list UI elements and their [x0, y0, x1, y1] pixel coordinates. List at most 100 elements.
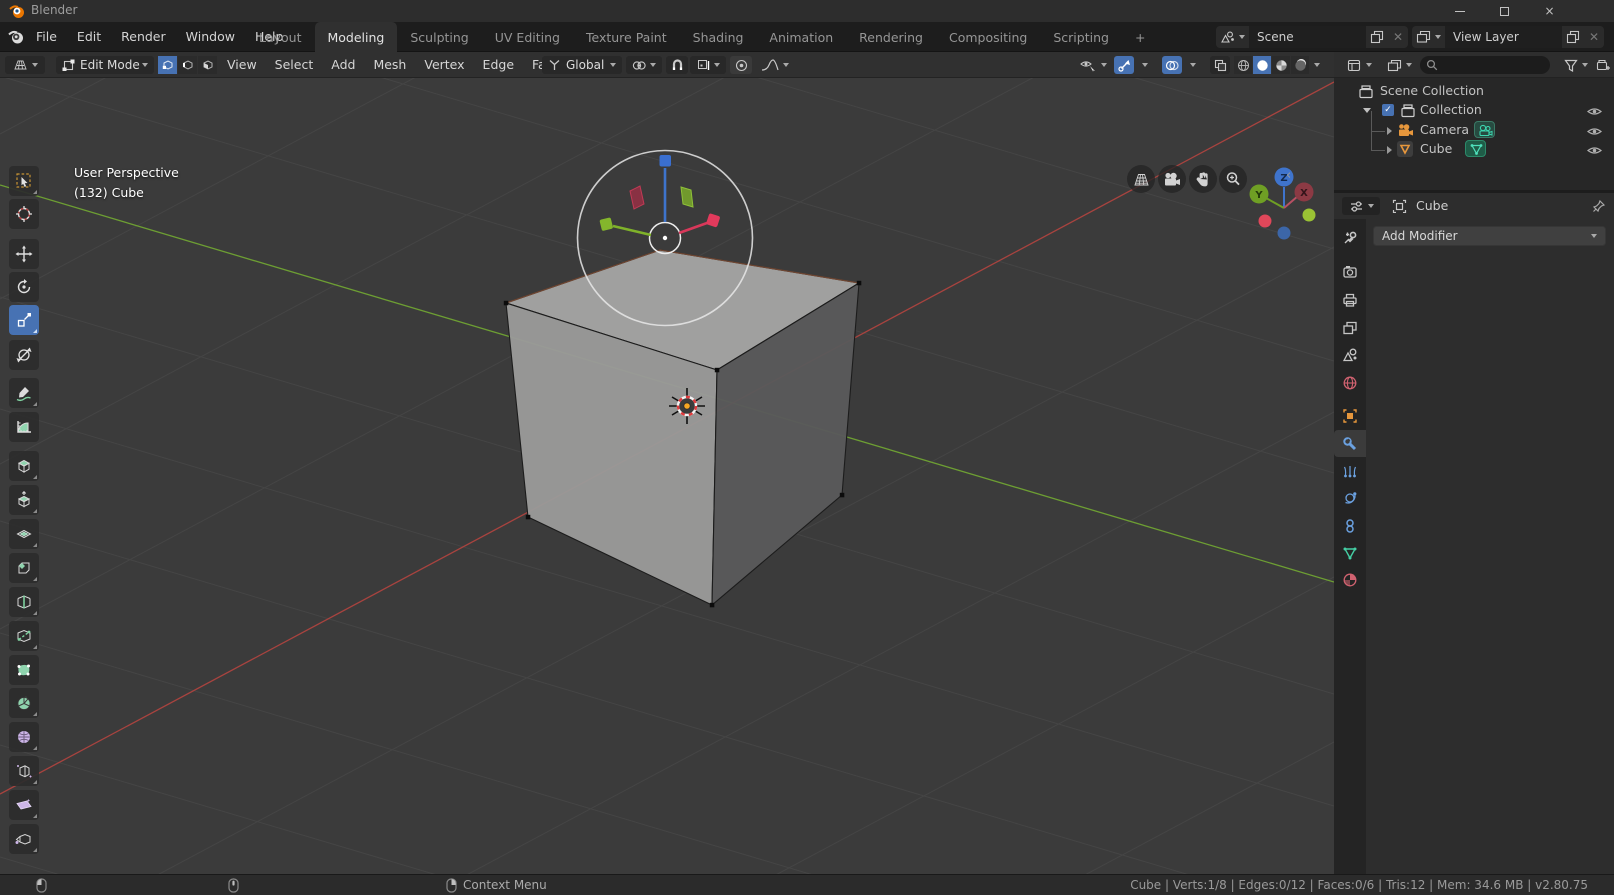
menu-edit[interactable]: Edit [67, 22, 111, 52]
navigation-gizmo[interactable]: Z Y X [1242, 164, 1326, 251]
tab-uv-editing[interactable]: UV Editing [482, 22, 573, 52]
tab-compositing[interactable]: Compositing [936, 22, 1040, 52]
tool-annotate-button[interactable] [9, 378, 39, 408]
tool-poly-build-button[interactable] [9, 655, 39, 685]
menu-render[interactable]: Render [111, 22, 176, 52]
cube-object[interactable] [506, 250, 859, 605]
tab-material[interactable] [1334, 566, 1366, 593]
menu-file[interactable]: File [26, 22, 67, 52]
tab-output[interactable] [1334, 286, 1366, 313]
view-layer-browse-button[interactable] [1412, 26, 1445, 48]
visibility-dropdown[interactable] [1074, 56, 1112, 74]
pan-view-button[interactable] [1189, 165, 1217, 193]
show-gizmo-toggle[interactable] [1114, 56, 1134, 74]
view-layer-remove-button[interactable]: ✕ [1584, 26, 1604, 48]
hide-toggle[interactable] [1587, 125, 1602, 140]
camera-view-button[interactable] [1158, 165, 1186, 193]
proportional-editing-toggle[interactable] [730, 56, 752, 74]
tab-sculpting[interactable]: Sculpting [397, 22, 481, 52]
tab-view-layer[interactable] [1334, 314, 1366, 341]
gizmo-dropdown-chevron[interactable] [1142, 63, 1148, 67]
tab-render[interactable] [1334, 258, 1366, 285]
tab-modifiers[interactable] [1334, 430, 1366, 457]
gizmo-x-handle[interactable] [706, 213, 720, 227]
view-layer-new-button[interactable] [1562, 26, 1584, 48]
close-button[interactable]: × [1527, 0, 1572, 22]
tab-tool[interactable] [1334, 224, 1366, 251]
camera-data-icon[interactable] [1474, 121, 1495, 138]
viewport-3d[interactable]: User Perspective (132) Cube [0, 78, 1334, 874]
pin-icon[interactable] [1592, 199, 1606, 213]
mesh-data-icon[interactable] [1465, 140, 1486, 157]
tool-cursor-button[interactable] [9, 199, 39, 229]
tool-scale-button[interactable] [9, 305, 39, 335]
maximize-button[interactable] [1482, 0, 1527, 22]
solid-shading-button[interactable] [1253, 56, 1271, 74]
scene-name[interactable]: Scene [1249, 26, 1366, 48]
axis-z-neg-ball[interactable] [1278, 227, 1291, 240]
tool-rotate-button[interactable] [9, 272, 39, 302]
tool-bevel-button[interactable] [9, 553, 39, 583]
outliner-display-mode-button[interactable] [1342, 56, 1376, 74]
panel-collapse-arrow[interactable]: ‹ [1286, 168, 1291, 183]
gizmo-y-axis[interactable] [613, 226, 651, 235]
gizmo-x-plane-handle[interactable] [630, 186, 644, 209]
pivot-point-dropdown[interactable] [626, 56, 662, 74]
tool-spin-button[interactable] [9, 688, 39, 718]
add-workspace-button[interactable]: + [1122, 22, 1158, 52]
view-layer-name[interactable]: View Layer [1445, 26, 1562, 48]
tool-smooth-button[interactable] [9, 722, 39, 752]
axis-y-neg-ball[interactable] [1303, 209, 1316, 222]
gizmo-y-plane-handle[interactable] [681, 187, 693, 207]
editor-type-button[interactable] [5, 56, 45, 74]
menu-vertex[interactable]: Vertex [415, 52, 473, 78]
tab-scene[interactable] [1334, 341, 1366, 368]
tab-object[interactable] [1334, 402, 1366, 429]
tool-rip-region-button[interactable] [9, 824, 39, 854]
outliner-search-input[interactable] [1438, 59, 1538, 71]
menu-edge[interactable]: Edge [474, 52, 523, 78]
object-expand-arrow[interactable] [1387, 127, 1392, 135]
row-label[interactable]: Camera [1420, 122, 1469, 137]
menu-mesh[interactable]: Mesh [364, 52, 415, 78]
tab-particles[interactable] [1334, 457, 1366, 484]
menu-view[interactable]: View [218, 52, 266, 78]
tab-layout[interactable]: Layout [246, 22, 315, 52]
tool-select-box-button[interactable] [9, 166, 39, 196]
outliner-row-cube[interactable]: Cube [1334, 140, 1614, 159]
falloff-dropdown[interactable] [756, 56, 794, 74]
tool-shear-button[interactable] [9, 790, 39, 820]
tab-world[interactable] [1334, 369, 1366, 396]
vertex-select-button[interactable] [158, 56, 177, 74]
gizmo-y-handle[interactable] [599, 217, 613, 231]
edge-select-button[interactable] [178, 56, 197, 74]
snap-toggle-button[interactable] [666, 56, 688, 74]
gizmo-x-axis[interactable] [679, 223, 707, 233]
mode-dropdown[interactable]: Edit Mode [56, 56, 154, 74]
face-select-button[interactable] [198, 56, 217, 74]
snap-with-dropdown[interactable] [690, 56, 726, 74]
scene-unlink-button[interactable]: ✕ [1388, 26, 1408, 48]
menu-window[interactable]: Window [176, 22, 245, 52]
xray-toggle[interactable] [1210, 56, 1230, 74]
tool-extrude-region-button[interactable] [9, 485, 39, 515]
scene-new-button[interactable] [1366, 26, 1388, 48]
tab-texture-paint[interactable]: Texture Paint [573, 22, 680, 52]
tab-animation[interactable]: Animation [756, 22, 846, 52]
hide-toggle[interactable] [1587, 105, 1602, 120]
outliner-row-camera[interactable]: Camera [1334, 121, 1614, 140]
tab-modeling[interactable]: Modeling [315, 22, 398, 52]
tab-object-data[interactable] [1334, 539, 1366, 566]
blender-menu-icon[interactable] [8, 29, 25, 45]
tool-move-button[interactable] [9, 239, 39, 269]
tab-physics[interactable] [1334, 484, 1366, 511]
hide-toggle[interactable] [1587, 144, 1602, 159]
properties-editor-type-button[interactable] [1342, 197, 1380, 215]
wireframe-shading-button[interactable] [1234, 56, 1252, 74]
gizmo-z-handle[interactable] [660, 155, 672, 167]
tool-add-cube-button[interactable] [9, 451, 39, 481]
row-label[interactable]: Scene Collection [1380, 83, 1484, 98]
shading-dropdown-chevron[interactable] [1314, 63, 1320, 67]
add-modifier-dropdown[interactable]: Add Modifier [1373, 226, 1606, 246]
axis-x-neg-ball[interactable] [1259, 215, 1272, 228]
